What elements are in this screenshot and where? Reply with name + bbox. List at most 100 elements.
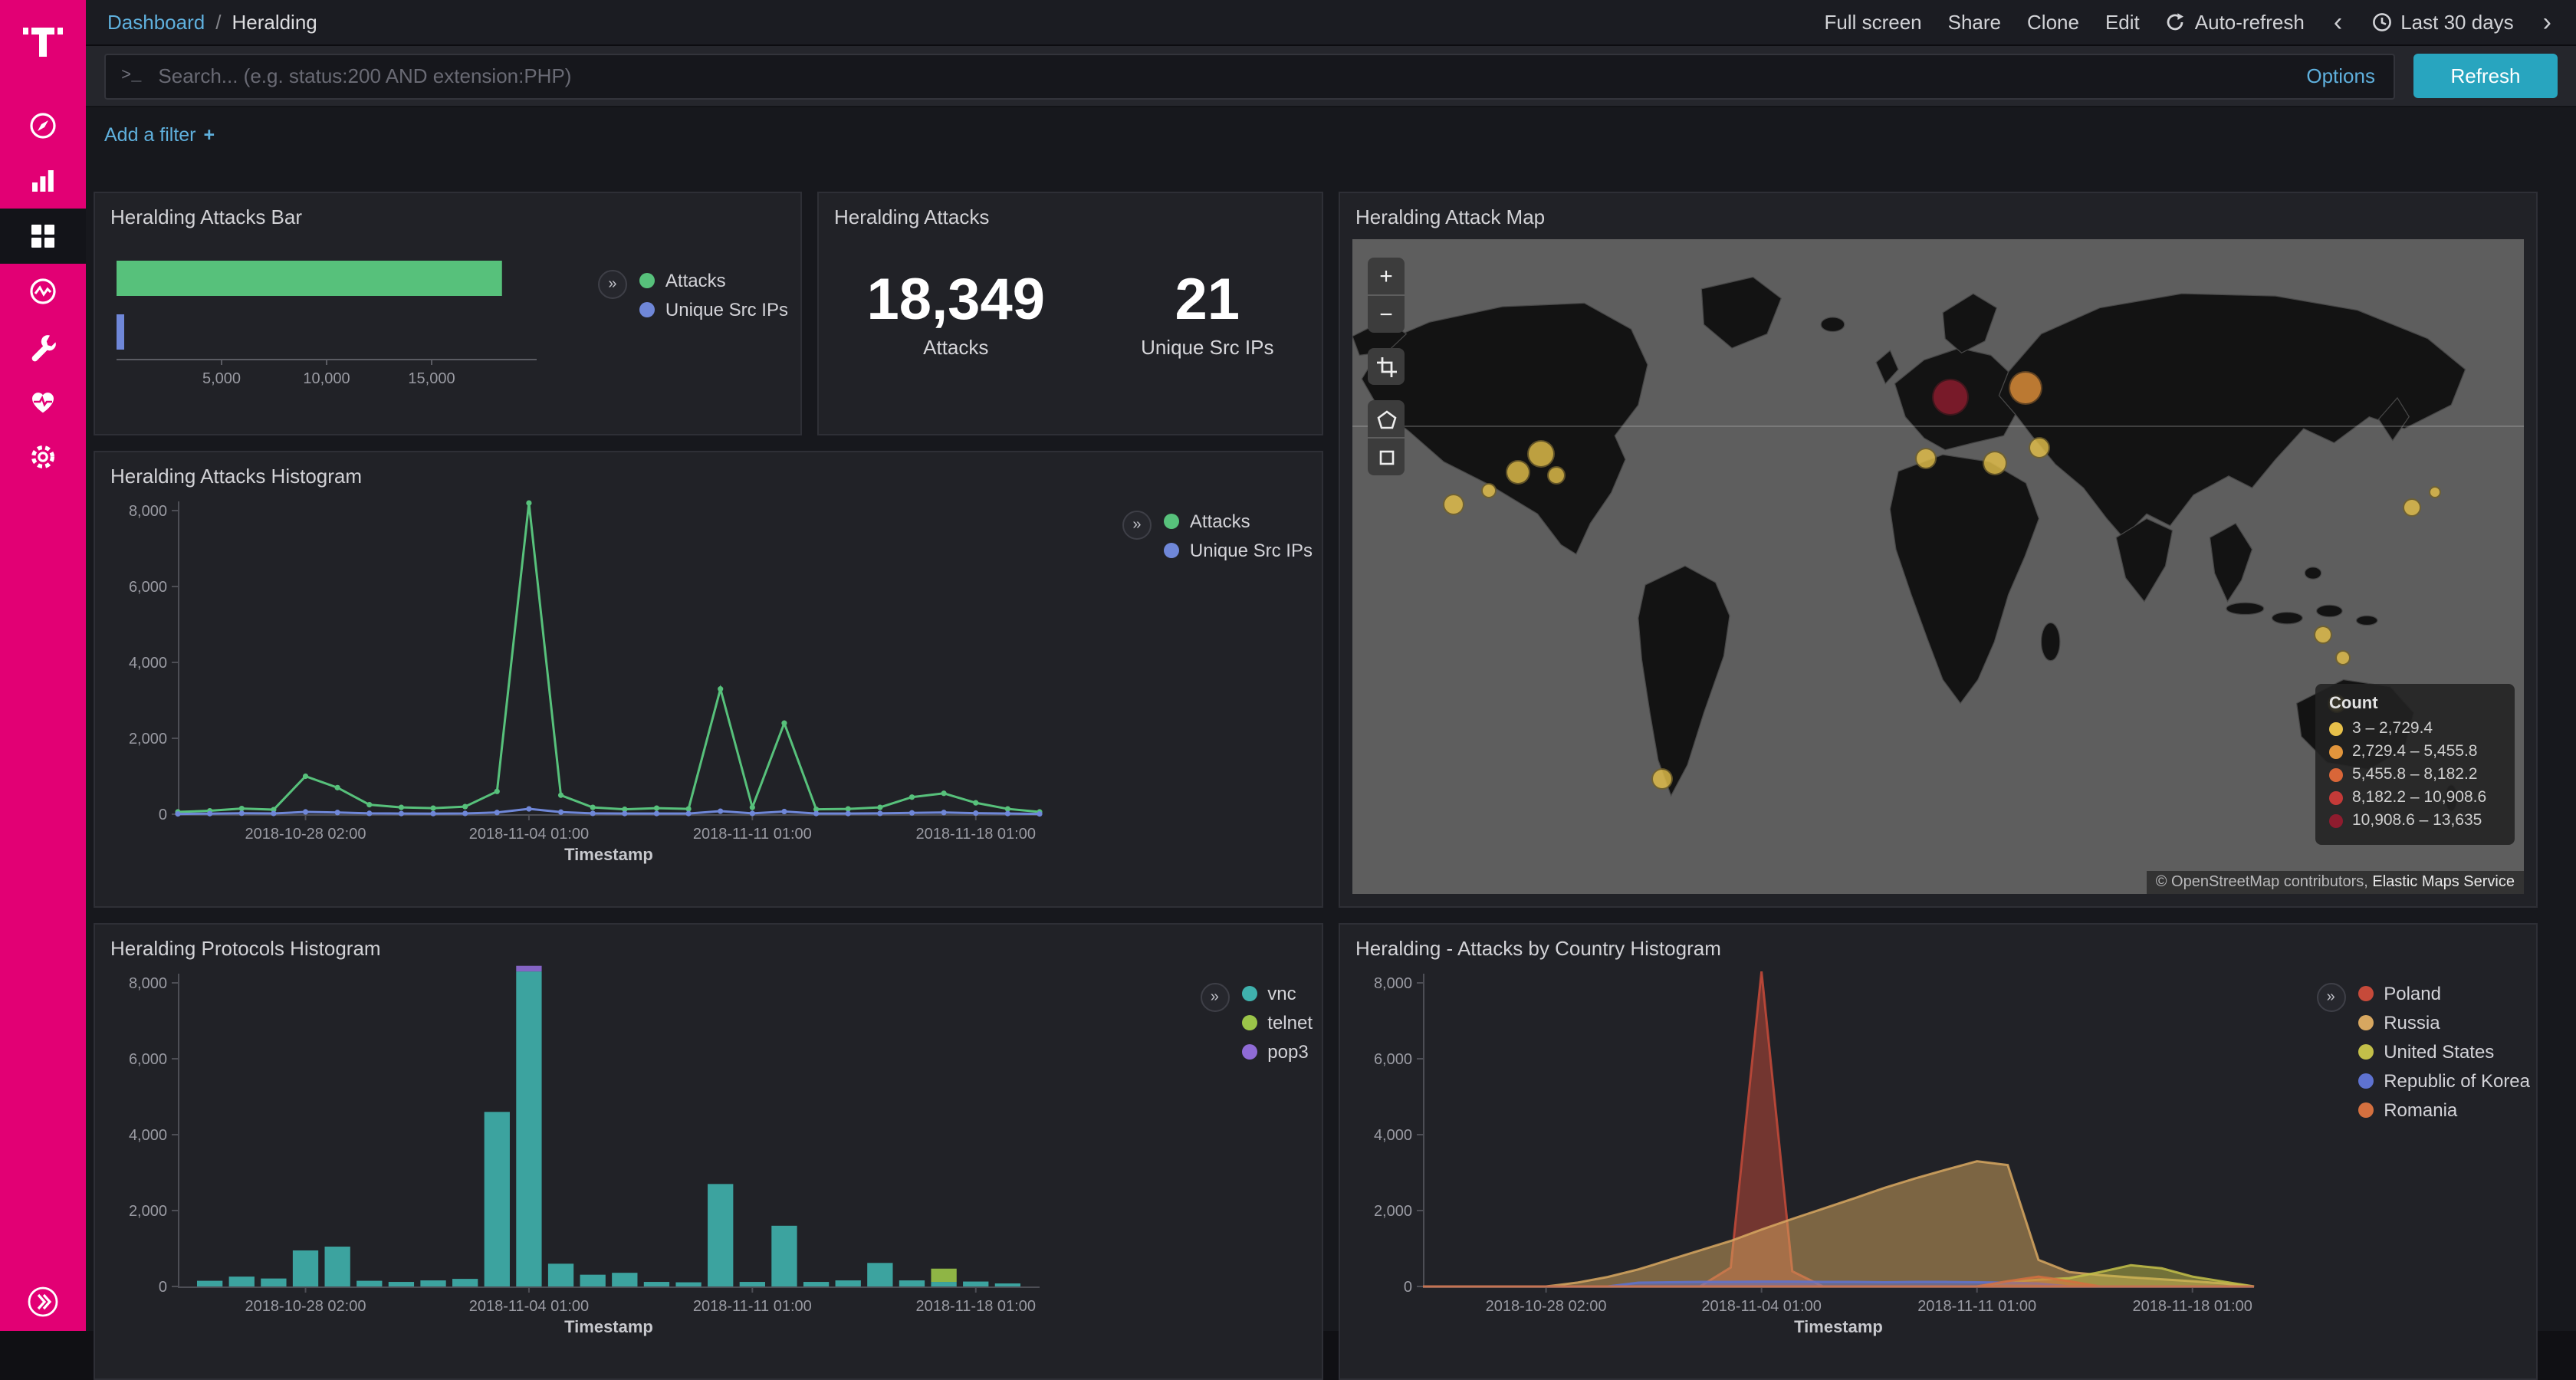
svg-text:2018-10-28 02:00: 2018-10-28 02:00 (245, 1298, 366, 1315)
legend-item[interactable]: vnc (1241, 983, 1313, 1004)
search-input[interactable] (155, 63, 2292, 89)
legend-items: vnc telnet pop3 (1241, 983, 1313, 1070)
sidebar-item-visualize[interactable] (0, 153, 86, 209)
legend-item[interactable]: 10,908.6 – 13,635 (2329, 811, 2501, 830)
metric-value: 18,349 (867, 268, 1045, 335)
legend-item[interactable]: Attacks (639, 270, 788, 291)
attack-location-marker[interactable] (2336, 650, 2351, 665)
legend-item[interactable]: 8,182.2 – 10,908.6 (2329, 788, 2501, 807)
attack-location-marker[interactable] (1982, 452, 2006, 476)
refresh-button[interactable]: Refresh (2413, 54, 2558, 98)
legend-toggle-icon[interactable] (1200, 983, 1229, 1012)
attack-location-marker[interactable] (1547, 465, 1566, 484)
attack-location-marker[interactable] (2008, 371, 2042, 405)
panel-attack-map: Heralding Attack Map (1339, 192, 2538, 908)
panel-title: Heralding Attack Map (1340, 193, 2536, 232)
collapse-nav-button[interactable] (0, 1285, 86, 1319)
attack-location-marker[interactable] (2429, 486, 2441, 498)
legend-items: Attacks Unique Src IPs (639, 270, 788, 328)
legend-item[interactable]: 2,729.4 – 5,455.8 (2329, 742, 2501, 761)
legend-label: Republic of Korea (2384, 1070, 2530, 1092)
attack-location-marker[interactable] (2315, 626, 2333, 644)
map-controls: + − (1368, 258, 1405, 475)
legend-item[interactable]: pop3 (1241, 1041, 1313, 1063)
attack-location-marker[interactable] (1527, 440, 1555, 468)
breadcrumb-dashboard-link[interactable]: Dashboard (107, 11, 205, 34)
panel-title: Heralding - Attacks by Country Histogram (1340, 925, 2536, 963)
breadcrumb: Dashboard / Heralding (107, 11, 317, 34)
legend-swatch (2358, 1073, 2373, 1089)
attack-location-marker[interactable] (1480, 484, 1496, 499)
svg-text:6,000: 6,000 (1374, 1051, 1412, 1068)
legend-item[interactable]: telnet (1241, 1012, 1313, 1033)
attacks-histogram-chart[interactable]: 02,0004,0006,0008,0002018-10-28 02:00201… (101, 492, 1052, 888)
svg-text:2,000: 2,000 (129, 731, 167, 748)
map-fit-bounds-button[interactable] (1368, 348, 1405, 385)
legend-item[interactable]: Attacks (1164, 511, 1313, 532)
country-histogram-chart[interactable]: 02,0004,0006,0008,0002018-10-28 02:00201… (1346, 964, 2266, 1360)
map-zoom-in-button[interactable]: + (1368, 258, 1405, 294)
svg-text:Timestamp: Timestamp (564, 1317, 653, 1336)
osm-attribution: © OpenStreetMap contributors, (2156, 874, 2368, 891)
world-map[interactable]: + − (1352, 239, 2524, 894)
map-legend-title: Count (2329, 695, 2501, 713)
sidebar-item-timelion[interactable] (0, 264, 86, 319)
protocols-histogram-chart[interactable]: 02,0004,0006,0008,0002018-10-28 02:00201… (101, 964, 1052, 1360)
sidebar-item-dev-tools[interactable] (0, 319, 86, 374)
time-range-button[interactable]: Last 30 days (2371, 11, 2513, 34)
map-zoom-out-button[interactable]: − (1368, 296, 1405, 333)
attack-location-marker[interactable] (1651, 768, 1672, 790)
panel-attacks-bar: Heralding Attacks Bar 5,00010,00015,000 … (94, 192, 802, 435)
legend-item[interactable]: Republic of Korea (2358, 1070, 2530, 1092)
legend-label: Poland (2384, 983, 2441, 1004)
attack-location-marker[interactable] (1506, 459, 1531, 484)
svg-text:2018-11-04 01:00: 2018-11-04 01:00 (469, 826, 589, 843)
topbar-actions: Full screen Share Clone Edit Auto-refres… (1824, 9, 2555, 35)
legend-item[interactable]: Romania (2358, 1099, 2530, 1121)
sidebar-item-management[interactable] (0, 429, 86, 485)
map-draw-rectangle-button[interactable] (1368, 439, 1405, 475)
legend-item[interactable]: Unique Src IPs (639, 299, 788, 320)
attack-location-marker[interactable] (1442, 494, 1464, 515)
edit-button[interactable]: Edit (2105, 11, 2140, 34)
legend-toggle-icon[interactable] (2316, 983, 2345, 1012)
legend-toggle-icon[interactable] (598, 270, 627, 299)
sidebar-item-dashboard[interactable] (0, 209, 86, 264)
attack-location-marker[interactable] (2028, 437, 2049, 458)
time-forward-button[interactable]: › (2540, 9, 2555, 35)
legend-item[interactable]: Unique Src IPs (1164, 540, 1313, 561)
gear-icon (28, 442, 58, 472)
legend-item[interactable]: Russia (2358, 1012, 2530, 1033)
sidebar-item-discover[interactable] (0, 98, 86, 153)
legend-item[interactable]: Poland (2358, 983, 2530, 1004)
attack-location-marker[interactable] (1931, 380, 1968, 416)
attack-location-marker[interactable] (2404, 498, 2422, 517)
legend-item[interactable]: 5,455.8 – 8,182.2 (2329, 765, 2501, 784)
breadcrumb-separator: / (215, 11, 221, 34)
heartbeat-icon (28, 386, 58, 417)
share-button[interactable]: Share (1948, 11, 2001, 34)
svg-text:8,000: 8,000 (129, 503, 167, 520)
panel-title: Heralding Attacks Bar (95, 193, 800, 232)
svg-text:0: 0 (1404, 1279, 1412, 1296)
svg-text:Timestamp: Timestamp (564, 845, 653, 864)
attacks-bar-chart[interactable]: 5,00010,00015,000 (104, 239, 564, 411)
add-filter-link[interactable]: Add a filter + (104, 124, 215, 146)
legend-toggle-icon[interactable] (1122, 511, 1152, 540)
auto-refresh-button[interactable]: Auto-refresh (2166, 11, 2305, 34)
sidebar-item-monitoring[interactable] (0, 374, 86, 429)
clone-button[interactable]: Clone (2027, 11, 2079, 34)
legend-label: United States (2384, 1041, 2494, 1063)
svg-text:2018-11-11 01:00: 2018-11-11 01:00 (1917, 1298, 2036, 1315)
time-back-button[interactable]: ‹ (2331, 9, 2345, 35)
search-box[interactable]: >_ Options (104, 53, 2395, 99)
time-range-label: Last 30 days (2400, 11, 2513, 34)
map-draw-polygon-button[interactable] (1368, 400, 1405, 437)
telekom-logo[interactable] (0, 0, 86, 83)
full-screen-button[interactable]: Full screen (1824, 11, 1921, 34)
attack-location-marker[interactable] (1914, 449, 1936, 470)
svg-text:4,000: 4,000 (129, 1127, 167, 1144)
legend-item[interactable]: United States (2358, 1041, 2530, 1063)
options-link[interactable]: Options (2306, 64, 2378, 87)
legend-item[interactable]: 3 – 2,729.4 (2329, 719, 2501, 738)
